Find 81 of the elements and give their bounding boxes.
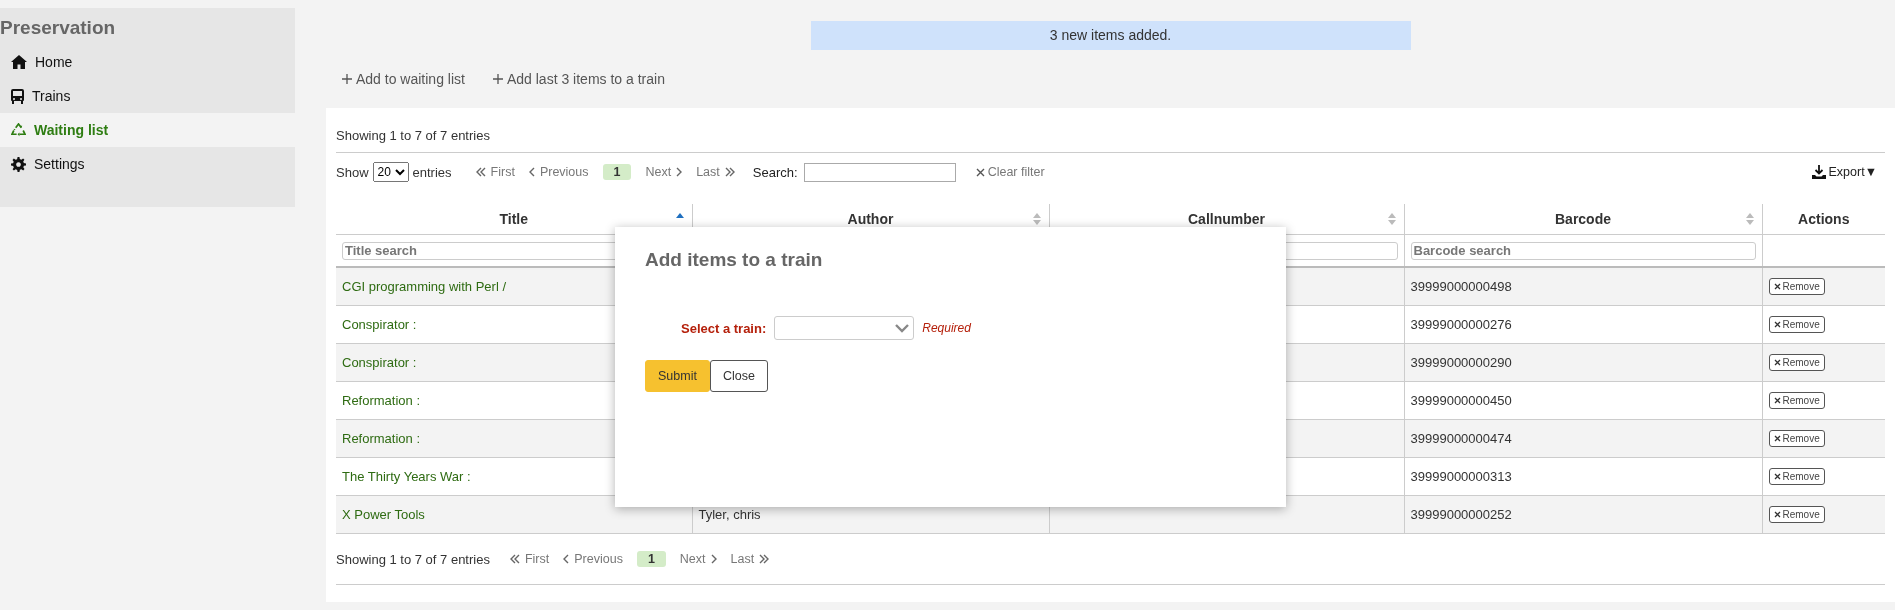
remove-button[interactable]: Remove bbox=[1768, 468, 1825, 485]
first-page-link[interactable]: First bbox=[509, 552, 550, 566]
entries-info: Showing 1 to 7 of 7 entries bbox=[336, 108, 1885, 153]
submit-button[interactable]: Submit bbox=[645, 360, 710, 392]
page-length-select[interactable]: 20 bbox=[372, 162, 409, 182]
table-cell: 39999000000474 bbox=[1410, 431, 1512, 446]
sidebar-item[interactable]: Home bbox=[0, 45, 295, 79]
table-cell: Tyler, chris bbox=[698, 507, 761, 522]
double-chevron-icon bbox=[724, 167, 735, 177]
success-message: 3 new items added. bbox=[810, 21, 1411, 50]
table-cell: 39999000000498 bbox=[1410, 279, 1512, 294]
chevron-icon bbox=[710, 554, 717, 564]
title-link[interactable]: Conspirator : bbox=[342, 355, 417, 370]
remove-button[interactable]: Remove bbox=[1768, 278, 1825, 295]
close-icon bbox=[1773, 473, 1781, 480]
download-icon bbox=[1811, 165, 1826, 179]
next-page-link[interactable]: Next bbox=[679, 552, 717, 566]
chevron-icon bbox=[563, 554, 570, 564]
entries-info: Showing 1 to 7 of 7 entries bbox=[336, 551, 490, 567]
previous-page-link[interactable]: Previous bbox=[528, 165, 589, 179]
first-page-link[interactable]: First bbox=[475, 165, 515, 179]
close-icon bbox=[1773, 435, 1781, 442]
chevron-icon bbox=[528, 167, 535, 177]
remove-button[interactable]: Remove bbox=[1768, 506, 1825, 523]
column-filter-field[interactable]: Barcode search bbox=[1410, 241, 1756, 260]
table-cell: 39999000000276 bbox=[1410, 317, 1512, 332]
previous-page-link[interactable]: Previous bbox=[563, 552, 623, 566]
search-label: Search: bbox=[752, 164, 798, 180]
entries-label: entries bbox=[412, 164, 452, 180]
double-chevron-icon bbox=[509, 554, 520, 564]
title-link[interactable]: Conspirator : bbox=[342, 317, 417, 332]
plus-icon bbox=[342, 74, 352, 84]
clear-filter-link[interactable]: Clear filter bbox=[975, 165, 1045, 179]
page-number[interactable]: 1 bbox=[636, 551, 666, 567]
bus-icon bbox=[11, 88, 24, 104]
table-cell: 39999000000313 bbox=[1410, 469, 1512, 484]
sidebar-item[interactable]: Settings bbox=[0, 147, 295, 181]
table-cell: 39999000000450 bbox=[1410, 393, 1512, 408]
title-link[interactable]: CGI programming with Perl / bbox=[342, 279, 506, 294]
close-icon bbox=[1773, 511, 1781, 518]
column-header[interactable]: Barcode bbox=[1404, 204, 1762, 235]
sidebar-item[interactable]: Trains bbox=[0, 79, 295, 113]
plus-icon bbox=[492, 74, 503, 84]
column-header[interactable]: Actions bbox=[1762, 204, 1885, 235]
remove-button[interactable]: Remove bbox=[1768, 392, 1825, 409]
toolbar-link[interactable]: Add last 3 items to a train bbox=[492, 71, 665, 87]
title-link[interactable]: Reformation : bbox=[342, 393, 421, 408]
sidebar-title: Preservation bbox=[0, 16, 117, 40]
sidebar-item[interactable]: Waiting list bbox=[0, 113, 295, 147]
field-label: Select a train: bbox=[681, 320, 767, 336]
close-icon bbox=[1773, 283, 1781, 290]
train-select[interactable] bbox=[774, 316, 915, 340]
remove-button[interactable]: Remove bbox=[1768, 354, 1825, 371]
last-page-link[interactable]: Last bbox=[696, 165, 735, 179]
search-field[interactable] bbox=[803, 162, 956, 182]
home-icon bbox=[11, 55, 27, 69]
double-chevron-icon bbox=[759, 554, 770, 564]
close-icon bbox=[1773, 321, 1781, 328]
close-icon bbox=[1773, 359, 1781, 366]
table-cell: 39999000000290 bbox=[1410, 355, 1512, 370]
close-icon bbox=[1773, 397, 1781, 404]
next-page-link[interactable]: Next bbox=[645, 165, 683, 179]
table-cell: 39999000000252 bbox=[1410, 507, 1512, 522]
close-button[interactable]: Close bbox=[709, 360, 768, 392]
page-number[interactable]: 1 bbox=[602, 164, 632, 180]
export-button[interactable]: Export▼ bbox=[1811, 165, 1877, 179]
settings-icon bbox=[11, 156, 26, 172]
title-link[interactable]: The Thirty Years War : bbox=[342, 469, 471, 484]
show-label: Show bbox=[336, 164, 369, 180]
remove-button[interactable]: Remove bbox=[1768, 316, 1825, 333]
remove-button[interactable]: Remove bbox=[1768, 430, 1825, 447]
double-chevron-icon bbox=[475, 167, 486, 177]
close-icon bbox=[975, 167, 985, 177]
required-note: Required bbox=[922, 321, 971, 335]
toolbar-link[interactable]: Add to waiting list bbox=[342, 71, 465, 87]
chevron-down-icon bbox=[895, 323, 910, 333]
recycle-icon bbox=[11, 122, 26, 138]
last-page-link[interactable]: Last bbox=[730, 552, 770, 566]
chevron-icon bbox=[676, 167, 683, 177]
title-link[interactable]: Reformation : bbox=[342, 431, 421, 446]
title-link[interactable]: X Power Tools bbox=[342, 507, 425, 522]
